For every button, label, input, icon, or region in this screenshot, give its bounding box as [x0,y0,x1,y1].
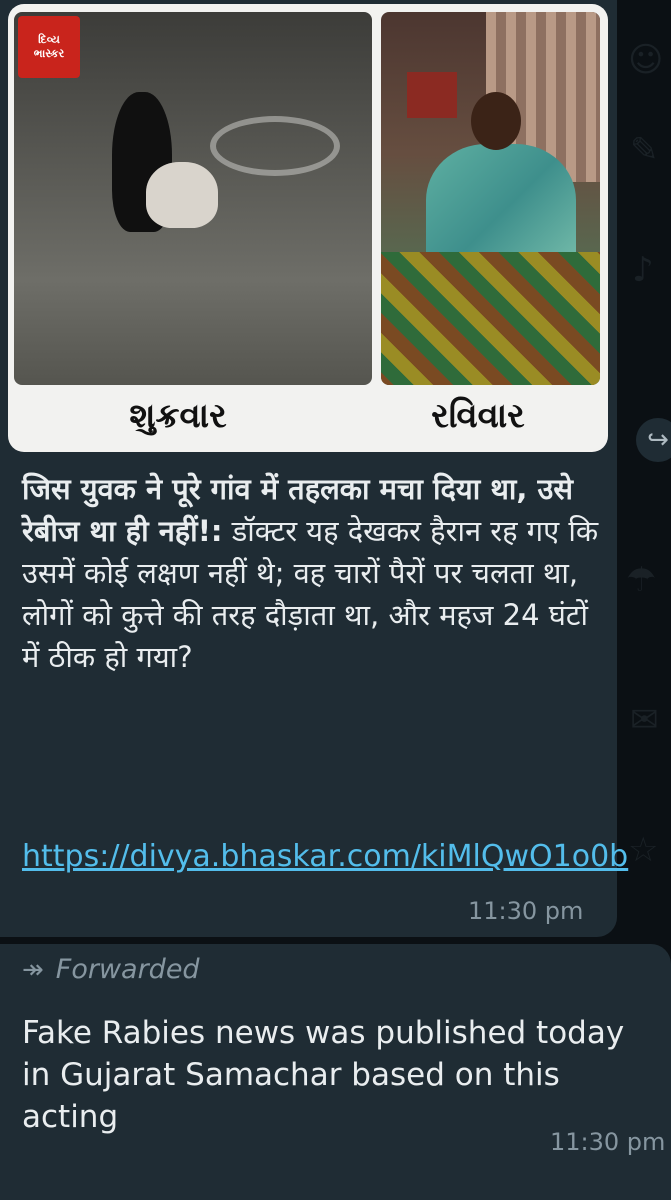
cctv-photo: દિવ્ય ભાસ્કર [14,12,372,385]
share-forward-icon[interactable]: ↪ [636,418,671,462]
hospital-photo [381,12,600,385]
message-text: जिस युवक ने पूरे गांव में तहलका मचा दिया… [22,468,607,678]
message-timestamp: 11:30 pm [468,897,584,925]
divya-bhaskar-logo: દિવ્ય ભાસ્કર [18,16,80,78]
message-timestamp-2: 11:30 pm [550,1128,666,1156]
caption-friday: શુક્રવાર [129,396,227,436]
blanket [381,252,600,385]
news-link[interactable]: https://divya.bhaskar.com/kiMlQwO1o0b [22,836,628,878]
forwarded-label: ↠ Forwarded [22,954,200,985]
red-sign [407,72,457,118]
forwarded-message-text: Fake Rabies news was published today in … [22,1015,625,1135]
news-image[interactable]: દિવ્ય ભાસ્કર શુક્રવાર રવિવાર [8,4,608,452]
man-head [471,92,521,150]
motorbike [210,116,340,176]
message-bubble-incoming[interactable]: દિવ્ય ભાસ્કર શુક્રવાર રવિવાર जिस युवक ने… [0,0,628,937]
forwarded-icon: ↠ [22,954,44,985]
crouching-person [146,162,218,228]
forwarded-text: Forwarded [55,954,200,985]
caption-sunday: રવિવાર [431,396,525,436]
